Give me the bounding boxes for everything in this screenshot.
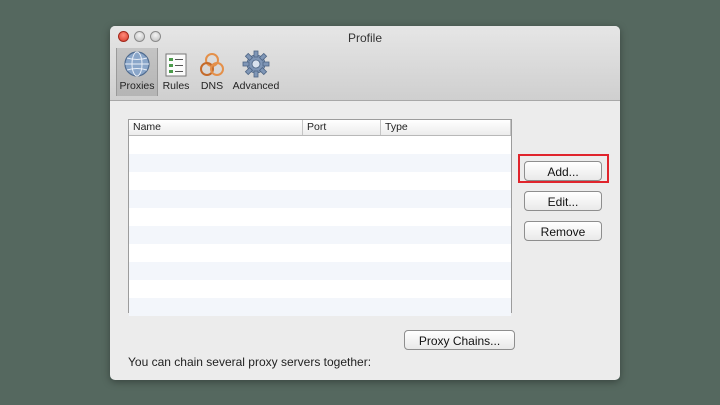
tab-rules[interactable]: Rules [158, 48, 194, 96]
empty-row [129, 208, 511, 226]
edit-button[interactable]: Edit... [524, 191, 602, 211]
title-bar: Profile Proxies Rules DNS Advanced [110, 26, 620, 101]
add-button[interactable]: Add... [524, 161, 602, 181]
tab-advanced[interactable]: Advanced [230, 48, 282, 96]
preferences-toolbar: Proxies Rules DNS Advanced [116, 48, 282, 96]
tab-proxies-label: Proxies [119, 80, 155, 92]
window-title: Profile [347, 31, 382, 45]
empty-row [129, 172, 511, 190]
rules-list-icon [165, 53, 187, 77]
dns-network-icon [200, 53, 224, 76]
empty-row [129, 244, 511, 262]
table-header: Name Port Type [129, 120, 511, 136]
table-rows [129, 136, 511, 316]
proxy-chains-button[interactable]: Proxy Chains... [404, 330, 515, 350]
empty-row [129, 226, 511, 244]
tab-advanced-label: Advanced [232, 80, 280, 92]
chain-description: You can chain several proxy servers toge… [128, 355, 372, 369]
tab-rules-label: Rules [162, 80, 190, 92]
tab-proxies[interactable]: Proxies [116, 48, 158, 96]
empty-row [129, 262, 511, 280]
gear-icon [242, 50, 270, 78]
empty-row [129, 298, 511, 316]
empty-row [129, 190, 511, 208]
profile-window: Profile Proxies Rules DNS Advanced Name … [110, 26, 620, 380]
empty-row [129, 136, 511, 154]
proxy-table[interactable]: Name Port Type [128, 119, 512, 316]
tab-dns-label: DNS [200, 80, 224, 92]
globe-icon [124, 51, 150, 77]
proxies-pane: Name Port Type Add... Edit... Remove You… [110, 101, 620, 380]
column-header-port[interactable]: Port [303, 120, 381, 135]
column-header-name[interactable]: Name [129, 120, 303, 135]
tab-dns[interactable]: DNS [194, 48, 230, 96]
remove-button[interactable]: Remove [524, 221, 602, 241]
empty-row [129, 280, 511, 298]
empty-row [129, 154, 511, 172]
column-header-type[interactable]: Type [381, 120, 511, 135]
